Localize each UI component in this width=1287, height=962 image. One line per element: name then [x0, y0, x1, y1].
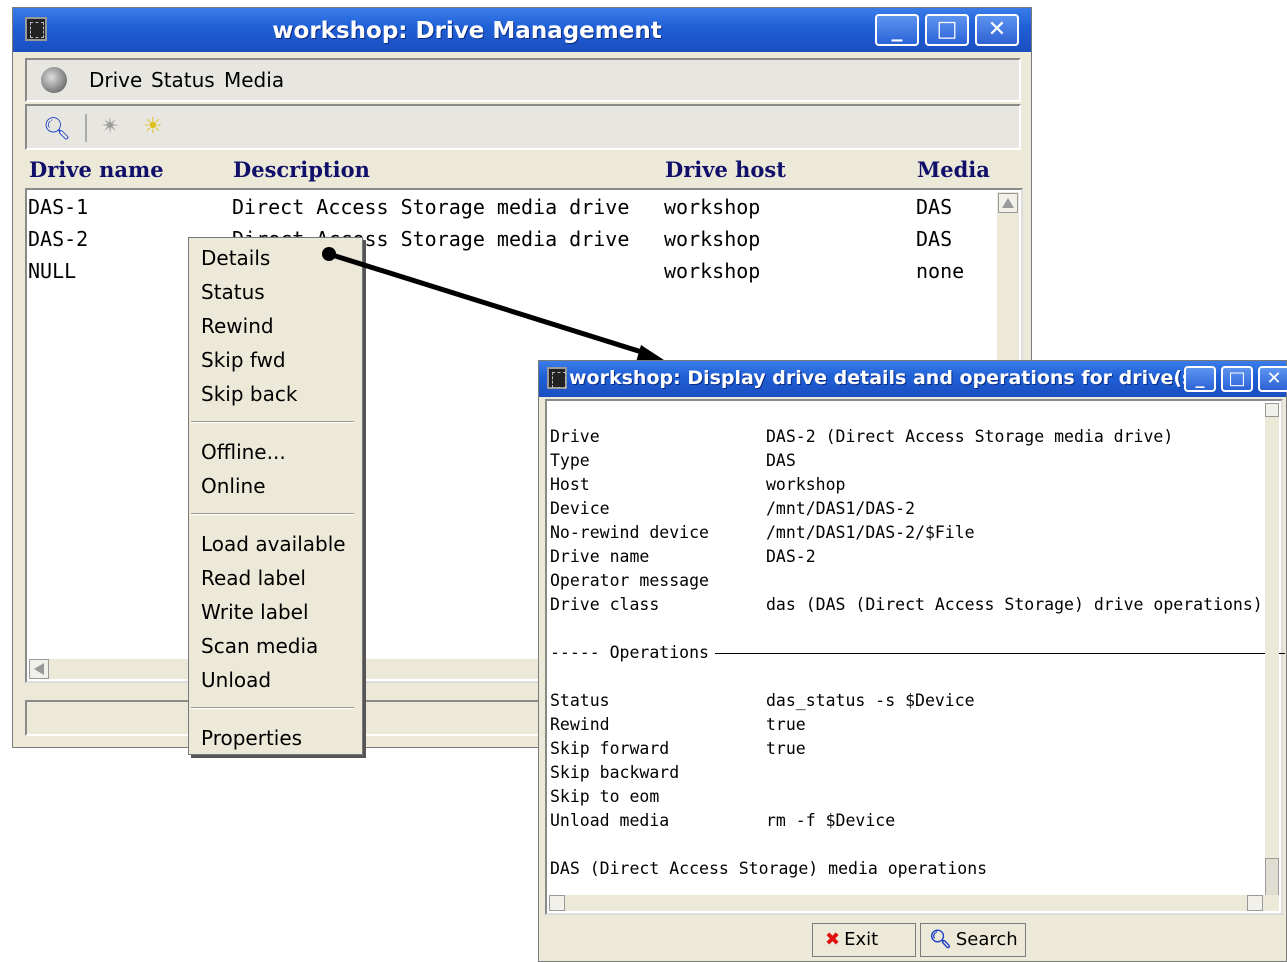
minimize-button[interactable]: _ — [875, 14, 919, 46]
detail-row: Drive name DAS-2 — [550, 547, 816, 566]
menu-item-scan-media[interactable]: Scan media — [201, 634, 318, 658]
detail-row: Type DAS — [550, 451, 796, 470]
detail-row: Operator message — [550, 571, 709, 590]
scroll-up-icon[interactable] — [998, 193, 1018, 213]
detail-row: Host workshop — [550, 475, 846, 494]
globe-icon — [41, 67, 67, 93]
search-button[interactable]: 🔍︎ Search — [920, 923, 1026, 957]
scroll-right-icon[interactable] — [1247, 895, 1263, 911]
cell-description: Direct Access Storage media drive — [232, 195, 630, 219]
toolbar: 🔍︎ ✴ ☀ — [25, 104, 1021, 150]
detail-row: Device/mnt/DAS1/DAS-2 — [550, 499, 916, 518]
detail-row: No-rewind device/mnt/DAS1/DAS-2/$File — [550, 523, 975, 542]
column-header-description[interactable]: Description — [233, 157, 370, 182]
menu-separator — [191, 421, 354, 423]
details-title-bar[interactable]: workshop: Display drive details and oper… — [539, 361, 1287, 397]
detail-row: Drive class das (DAS (Direct Access Stora… — [550, 595, 1263, 614]
scroll-left-icon[interactable] — [29, 659, 49, 679]
menu-item-unload[interactable]: Unload — [201, 668, 271, 692]
operation-row: Skip to eom — [550, 787, 660, 806]
menu-item-status[interactable]: Status — [201, 280, 265, 304]
minimize-button[interactable]: _ — [1184, 366, 1216, 392]
menu-separator — [191, 707, 354, 709]
menu-item-properties[interactable]: Properties — [201, 726, 302, 750]
scroll-up-icon[interactable] — [1265, 403, 1279, 417]
search-icon: 🔍︎ — [929, 929, 952, 950]
title-bar[interactable]: workshop: Drive Management _ □ ✕ — [13, 8, 1031, 52]
app-icon — [547, 367, 567, 389]
window-title: workshop: Drive Management — [272, 18, 662, 44]
cell-drive-name: DAS-2 — [28, 227, 89, 251]
menu-item-skip-back[interactable]: Skip back — [201, 382, 297, 406]
cell-drive-host: workshop — [664, 195, 761, 219]
cell-media: DAS — [916, 195, 953, 219]
menu-drive[interactable]: Drive — [89, 68, 142, 92]
operation-row: Skip forward true — [550, 739, 806, 758]
operation-row: Rewind true — [550, 715, 806, 734]
horizontal-scrollbar[interactable] — [549, 895, 1279, 911]
cell-drive-name: NULL — [28, 259, 77, 283]
details-window-title: workshop: Display drive details and oper… — [569, 367, 1203, 389]
cell-drive-host: workshop — [664, 259, 761, 283]
menu-item-load-available[interactable]: Load available — [201, 532, 346, 556]
search-icon[interactable]: 🔍︎ — [43, 117, 71, 142]
maximize-button[interactable]: □ — [925, 14, 969, 46]
operation-row: Skip backward — [550, 763, 680, 782]
media-operations-line: DAS (Direct Access Storage) media operat… — [550, 859, 988, 878]
menu-item-skip-fwd[interactable]: Skip fwd — [201, 348, 286, 372]
drive-details-window: workshop: Display drive details and oper… — [538, 360, 1287, 962]
close-icon: ✖ — [825, 929, 841, 950]
menu-item-write-label[interactable]: Write label — [201, 600, 309, 624]
close-button[interactable]: ✕ — [975, 14, 1019, 46]
maximize-button[interactable]: □ — [1221, 366, 1253, 392]
menu-item-rewind[interactable]: Rewind — [201, 314, 274, 338]
app-icon — [25, 17, 47, 41]
cell-drive-name: DAS-1 — [28, 195, 89, 219]
menu-item-offline[interactable]: Offline... — [201, 440, 286, 464]
detail-row: Drive DAS-2 (Direct Access Storage media … — [550, 427, 1174, 446]
context-menu: Details Status Rewind Skip fwd Skip back… — [188, 237, 363, 755]
column-header-drive-host[interactable]: Drive host — [665, 157, 786, 182]
scroll-thumb[interactable] — [1265, 858, 1279, 896]
cell-media: DAS — [916, 227, 953, 251]
column-header-drive-name[interactable]: Drive name — [29, 157, 164, 182]
menu-separator — [191, 513, 354, 515]
close-button[interactable]: ✕ — [1258, 366, 1287, 392]
menu-bar: Drive Status Media — [25, 58, 1021, 102]
lightbulb-icon[interactable]: ☀ — [143, 114, 163, 139]
menu-item-details[interactable]: Details — [201, 246, 270, 270]
operation-row: Status das_status -s $Device — [550, 691, 975, 710]
cell-media: none — [916, 259, 965, 283]
menu-item-read-label[interactable]: Read label — [201, 566, 306, 590]
column-header-media[interactable]: Media — [917, 157, 990, 182]
wand-icon[interactable]: ✴ — [101, 114, 119, 139]
cell-drive-host: workshop — [664, 227, 761, 251]
exit-button[interactable]: ✖ Exit — [812, 923, 916, 957]
operation-row: Unload media rm -f $Device — [550, 811, 896, 830]
menu-status[interactable]: Status — [151, 68, 215, 92]
toolbar-separator — [85, 114, 87, 142]
details-text[interactable]: Drive DAS-2 (Direct Access Storage media … — [545, 399, 1285, 915]
operations-heading: ----- Operations — [550, 643, 1285, 662]
menu-media[interactable]: Media — [224, 68, 284, 92]
scroll-left-icon[interactable] — [549, 895, 565, 911]
menu-item-online[interactable]: Online — [201, 474, 266, 498]
vertical-scrollbar[interactable] — [1265, 403, 1279, 896]
